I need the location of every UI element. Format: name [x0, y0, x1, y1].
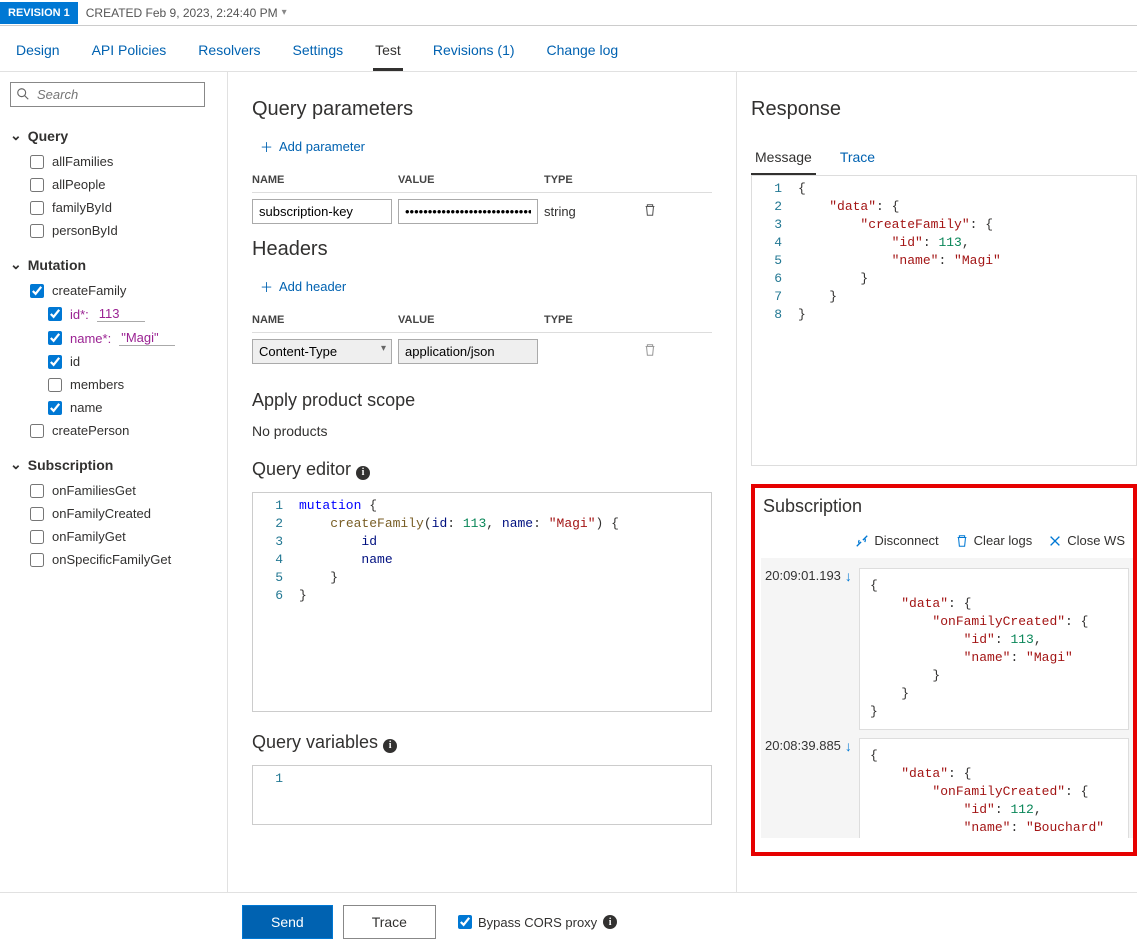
chk-familybyid[interactable] — [30, 201, 44, 215]
plus-icon: ＋ — [260, 137, 273, 156]
info-icon[interactable]: i — [383, 739, 397, 753]
param-name-input[interactable] — [252, 199, 392, 224]
sidebar: ⌄ Query allFamilies allPeople familyById… — [0, 72, 228, 892]
group-subscription[interactable]: ⌄ Subscription — [10, 450, 217, 479]
chk-cf-name-param[interactable] — [48, 331, 62, 345]
close-icon — [1048, 534, 1062, 548]
footer: Send Trace Bypass CORS proxy i — [0, 892, 1137, 951]
chk-allpeople[interactable] — [30, 178, 44, 192]
input-cf-id[interactable] — [97, 306, 145, 322]
add-parameter-button[interactable]: ＋Add parameter — [260, 137, 365, 156]
chk-cf-id-param[interactable] — [48, 307, 62, 321]
chk-onfamiliesget[interactable] — [30, 484, 44, 498]
revision-badge: REVISION 1 — [0, 2, 78, 24]
chk-createfamily[interactable] — [30, 284, 44, 298]
chk-onspecificfamilyget[interactable] — [30, 553, 44, 567]
param-value-input[interactable] — [398, 199, 538, 224]
chk-onfamilycreated[interactable] — [30, 507, 44, 521]
add-header-button[interactable]: ＋Add header — [260, 277, 346, 296]
tab-test[interactable]: Test — [373, 36, 403, 71]
response-tabs: Message Trace — [751, 143, 1137, 176]
send-button[interactable]: Send — [242, 905, 333, 939]
chevron-down-icon: ⌄ — [10, 456, 22, 473]
plus-icon: ＋ — [260, 277, 273, 296]
tab-change-log[interactable]: Change log — [545, 36, 621, 71]
main-panel: Query parameters ＋Add parameter NAME VAL… — [228, 72, 737, 892]
log-entry: 20:08:39.885↓ { "data": { "onFamilyCreat… — [765, 738, 1129, 838]
info-icon[interactable]: i — [356, 466, 370, 480]
tab-revisions[interactable]: Revisions (1) — [431, 36, 517, 71]
chevron-down-icon: ⌄ — [10, 127, 22, 144]
query-variables-title: Query variables i — [252, 732, 712, 753]
chk-allfamilies[interactable] — [30, 155, 44, 169]
chk-onfamilyget[interactable] — [30, 530, 44, 544]
close-ws-button[interactable]: Close WS — [1048, 533, 1125, 548]
no-products-text: No products — [252, 423, 712, 439]
subscription-panel: Subscription Disconnect Clear logs Close… — [751, 484, 1137, 856]
input-cf-name[interactable] — [119, 330, 175, 346]
bypass-cors-checkbox[interactable] — [458, 915, 472, 929]
search-icon — [16, 87, 30, 101]
trace-button[interactable]: Trace — [343, 905, 436, 939]
chk-personbyid[interactable] — [30, 224, 44, 238]
group-mutation[interactable]: ⌄ Mutation — [10, 250, 217, 279]
param-type: string — [544, 204, 624, 219]
response-title: Response — [751, 98, 1137, 121]
query-params-title: Query parameters — [252, 98, 712, 121]
chevron-down-icon: ▾ — [381, 343, 386, 354]
subscription-title: Subscription — [761, 496, 1133, 527]
bypass-cors-label: Bypass CORS proxy — [478, 915, 597, 930]
query-editor-title: Query editor i — [252, 459, 712, 480]
trash-icon — [955, 534, 969, 548]
arrow-down-icon: ↓ — [845, 738, 852, 838]
revision-bar: REVISION 1 CREATED Feb 9, 2023, 2:24:40 … — [0, 0, 1137, 26]
chk-createperson[interactable] — [30, 424, 44, 438]
disconnect-button[interactable]: Disconnect — [855, 533, 938, 548]
tab-resolvers[interactable]: Resolvers — [196, 36, 262, 71]
delete-param-button[interactable] — [630, 203, 670, 220]
headers-title: Headers — [252, 238, 712, 261]
tab-design[interactable]: Design — [14, 36, 62, 71]
chevron-down-icon: ⌄ — [10, 256, 22, 273]
header-value-input[interactable] — [398, 339, 538, 364]
tab-settings[interactable]: Settings — [291, 36, 346, 71]
chevron-down-icon: ▾ — [282, 7, 287, 18]
search-input[interactable] — [10, 82, 205, 107]
product-scope-title: Apply product scope — [252, 390, 712, 411]
tab-message[interactable]: Message — [751, 143, 816, 175]
query-editor[interactable]: 123456 mutation { createFamily(id: 113, … — [252, 492, 712, 712]
revision-created[interactable]: CREATED Feb 9, 2023, 2:24:40 PM ▾ — [78, 1, 295, 25]
info-icon[interactable]: i — [603, 915, 617, 929]
main-tabs: Design API Policies Resolvers Settings T… — [0, 26, 1137, 72]
clear-logs-button[interactable]: Clear logs — [955, 533, 1033, 548]
subscription-log[interactable]: 20:09:01.193↓ { "data": { "onFamilyCreat… — [761, 558, 1133, 838]
right-panel: Response Message Trace 12345678 { "data"… — [737, 72, 1137, 892]
header-name-select[interactable] — [252, 339, 392, 364]
chk-cf-field-name[interactable] — [48, 401, 62, 415]
chk-cf-field-members[interactable] — [48, 378, 62, 392]
disconnect-icon — [855, 534, 869, 548]
response-body[interactable]: 12345678 { "data": { "createFamily": { "… — [751, 176, 1137, 466]
chk-cf-field-id[interactable] — [48, 355, 62, 369]
tab-api-policies[interactable]: API Policies — [90, 36, 169, 71]
group-query[interactable]: ⌄ Query — [10, 121, 217, 150]
delete-header-button[interactable] — [630, 343, 670, 360]
tab-trace[interactable]: Trace — [836, 143, 879, 175]
query-variables-editor[interactable]: 1 — [252, 765, 712, 825]
arrow-down-icon: ↓ — [845, 568, 852, 730]
log-entry: 20:09:01.193↓ { "data": { "onFamilyCreat… — [765, 568, 1129, 730]
